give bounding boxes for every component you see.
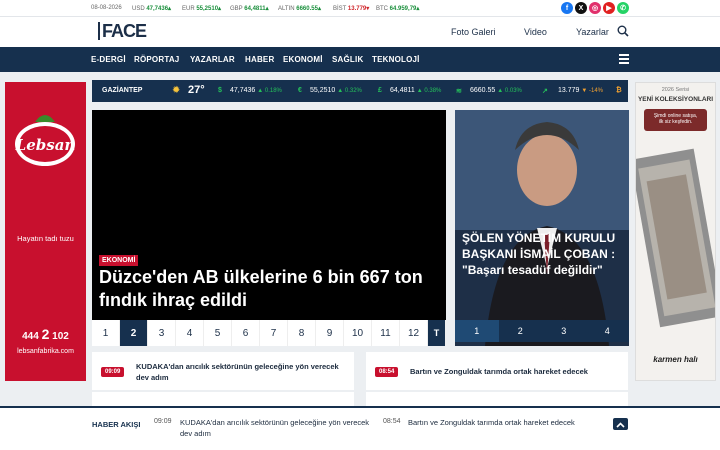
x-icon[interactable]: X bbox=[575, 2, 587, 14]
side-pagination: 1 2 3 4 bbox=[455, 320, 629, 342]
youtube-icon[interactable]: ▶ bbox=[603, 2, 615, 14]
karmen-logo: karmen halı bbox=[653, 355, 698, 364]
rate-usd: USD 47,7436▴ bbox=[132, 6, 172, 12]
hero-title[interactable]: Düzce'den AB ülkelerine 6 bin 667 ton fı… bbox=[99, 266, 444, 312]
nav-video[interactable]: Video bbox=[524, 27, 547, 37]
news-card-partial[interactable] bbox=[366, 392, 628, 406]
portrait-photo bbox=[455, 110, 629, 346]
nav-item-yazarlar[interactable]: YAZARLAR bbox=[190, 55, 235, 64]
rate-eur: EUR 55,2510▴ bbox=[182, 6, 222, 12]
chevron-up-icon bbox=[616, 422, 625, 428]
hero-page-12[interactable]: 12 bbox=[400, 320, 428, 346]
hero-page-all[interactable]: T bbox=[428, 320, 446, 346]
hero-page-2[interactable]: 2 bbox=[120, 320, 148, 346]
flow-item-text[interactable]: Bartın ve Zonguldak tarımda ortak hareke… bbox=[408, 417, 598, 428]
news-flow-bar: HABER AKIŞI 09:09 KUDAKA'dan arıcılık se… bbox=[0, 406, 720, 450]
news-card[interactable]: 09:09 KUDAKA'dan arıcılık sektörünün gel… bbox=[92, 352, 354, 390]
left-ad-banner[interactable]: Lebsan Hayatın tadı tuzu 444 2 102 lebsa… bbox=[5, 82, 86, 381]
ticker-gbp: 64,4811 ▲ 0.38% bbox=[390, 87, 442, 94]
nav-item-haber[interactable]: HABER bbox=[245, 55, 274, 64]
bitcoin-icon: ₿ bbox=[616, 87, 622, 94]
site-logo[interactable]: FACE bbox=[98, 22, 158, 40]
rate-gold: ALTIN 6660.55▴ bbox=[278, 6, 321, 12]
rug-image bbox=[636, 148, 715, 328]
news-card-title[interactable]: Bartın ve Zonguldak tarımda ortak hareke… bbox=[410, 366, 620, 377]
side-page-2[interactable]: 2 bbox=[499, 320, 543, 342]
weather-temp: 27° bbox=[188, 84, 205, 96]
lebsan-phone: 444 2 102 bbox=[22, 326, 69, 342]
hero-page-4[interactable]: 4 bbox=[176, 320, 204, 346]
gold-icon: ≋ bbox=[456, 88, 462, 95]
social-links: f X ◎ ▶ ✆ bbox=[561, 2, 629, 14]
instagram-icon[interactable]: ◎ bbox=[589, 2, 601, 14]
news-card[interactable]: 08:54 Bartın ve Zonguldak tarımda ortak … bbox=[366, 352, 628, 390]
site-header: FACE Foto Galeri Video Yazarlar bbox=[0, 17, 720, 47]
news-time-badge: 08:54 bbox=[375, 367, 399, 377]
nav-authors[interactable]: Yazarlar bbox=[576, 27, 609, 37]
hero-page-7[interactable]: 7 bbox=[260, 320, 288, 346]
top-bar: 08-08-2026 USD 47,7436▴ EUR 55,2510▴ GBP… bbox=[0, 0, 720, 17]
news-flow-label: HABER AKIŞI bbox=[92, 420, 141, 429]
flow-time: 08:54 bbox=[383, 418, 401, 425]
news-card-partial[interactable] bbox=[92, 392, 354, 406]
hero-page-11[interactable]: 11 bbox=[372, 320, 400, 346]
hero-page-5[interactable]: 5 bbox=[204, 320, 232, 346]
dollar-icon: $ bbox=[218, 87, 222, 94]
side-page-1[interactable]: 1 bbox=[455, 320, 499, 342]
lebsan-slogan: Hayatın tadı tuzu bbox=[17, 234, 74, 243]
ticker-gold: 6660.55 ▲ 0.03% bbox=[470, 87, 522, 94]
weather-city: GAZİANTEP bbox=[102, 87, 143, 94]
whatsapp-icon[interactable]: ✆ bbox=[617, 2, 629, 14]
main-navigation: E-DERGİ RÖPORTAJ YAZARLAR HABER EKONOMİ … bbox=[0, 47, 720, 72]
chart-icon: ↗ bbox=[542, 88, 548, 95]
side-page-4[interactable]: 4 bbox=[586, 320, 630, 342]
ticker-bist: 13.779 ▼ -14% bbox=[558, 87, 603, 94]
market-ticker: GAZİANTEP ✹ 27° $ 47,7436 ▲ 0.18% € 55,2… bbox=[92, 80, 628, 102]
right-ad-banner[interactable]: 2026 Serisi YENİ KOLEKSİYONLARI Şimdi on… bbox=[635, 82, 716, 381]
facebook-icon[interactable]: f bbox=[561, 2, 573, 14]
hero-pagination: 1 2 3 4 5 6 7 8 9 10 11 12 T bbox=[92, 320, 446, 346]
karmen-cta-box: Şimdi online satışa, ilk siz keşfedin. bbox=[644, 109, 707, 131]
flow-item-text[interactable]: KUDAKA'dan arıcılık sektörünün geleceğin… bbox=[180, 417, 380, 439]
nav-item-saglik[interactable]: SAĞLIK bbox=[332, 55, 363, 64]
karmen-series: 2026 Serisi bbox=[661, 87, 690, 93]
hero-page-6[interactable]: 6 bbox=[232, 320, 260, 346]
lebsan-logo: Lebsan bbox=[15, 136, 76, 154]
news-card-title[interactable]: KUDAKA'dan arıcılık sektörünün geleceğin… bbox=[136, 361, 346, 383]
ticker-usd: 47,7436 ▲ 0.18% bbox=[230, 87, 282, 94]
ticker-eur: 55,2510 ▲ 0.32% bbox=[310, 87, 362, 94]
nav-photo-gallery[interactable]: Foto Galeri bbox=[451, 27, 496, 37]
nav-item-teknoloji[interactable]: TEKNOLOJİ bbox=[372, 55, 420, 64]
lebsan-site: lebsanfabrika.com bbox=[17, 348, 74, 355]
hero-page-8[interactable]: 8 bbox=[288, 320, 316, 346]
rate-btc: BTC 64.959,79▴ bbox=[376, 6, 420, 12]
rate-gbp: GBP 64,4811▴ bbox=[230, 6, 269, 12]
menu-icon[interactable] bbox=[619, 54, 629, 64]
collapse-button[interactable] bbox=[613, 418, 628, 430]
side-slider-image[interactable] bbox=[455, 110, 629, 346]
side-slider-title[interactable]: ŞÖLEN YÖNETİM KURULU BAŞKANI İSMAİL ÇOBA… bbox=[462, 230, 622, 278]
side-page-3[interactable]: 3 bbox=[542, 320, 586, 342]
current-date: 08-08-2026 bbox=[91, 5, 122, 11]
news-time-badge: 09:09 bbox=[101, 367, 125, 377]
pound-icon: £ bbox=[378, 87, 382, 94]
search-icon[interactable] bbox=[617, 25, 629, 37]
euro-icon: € bbox=[298, 87, 302, 94]
karmen-headline: YENİ KOLEKSİYONLARI bbox=[637, 96, 714, 103]
hero-page-1[interactable]: 1 bbox=[92, 320, 120, 346]
hero-category-badge[interactable]: EKONOMİ bbox=[99, 255, 139, 266]
nav-item-edergi[interactable]: E-DERGİ bbox=[91, 55, 126, 64]
nav-item-roportaj[interactable]: RÖPORTAJ bbox=[134, 55, 179, 64]
flow-time: 09:09 bbox=[154, 418, 172, 425]
sun-icon: ✹ bbox=[172, 85, 181, 96]
hero-page-9[interactable]: 9 bbox=[316, 320, 344, 346]
hero-page-10[interactable]: 10 bbox=[344, 320, 372, 346]
nav-item-ekonomi[interactable]: EKONOMİ bbox=[283, 55, 323, 64]
hero-page-3[interactable]: 3 bbox=[148, 320, 176, 346]
rate-bist: BİST 13.779▾ bbox=[333, 6, 370, 12]
